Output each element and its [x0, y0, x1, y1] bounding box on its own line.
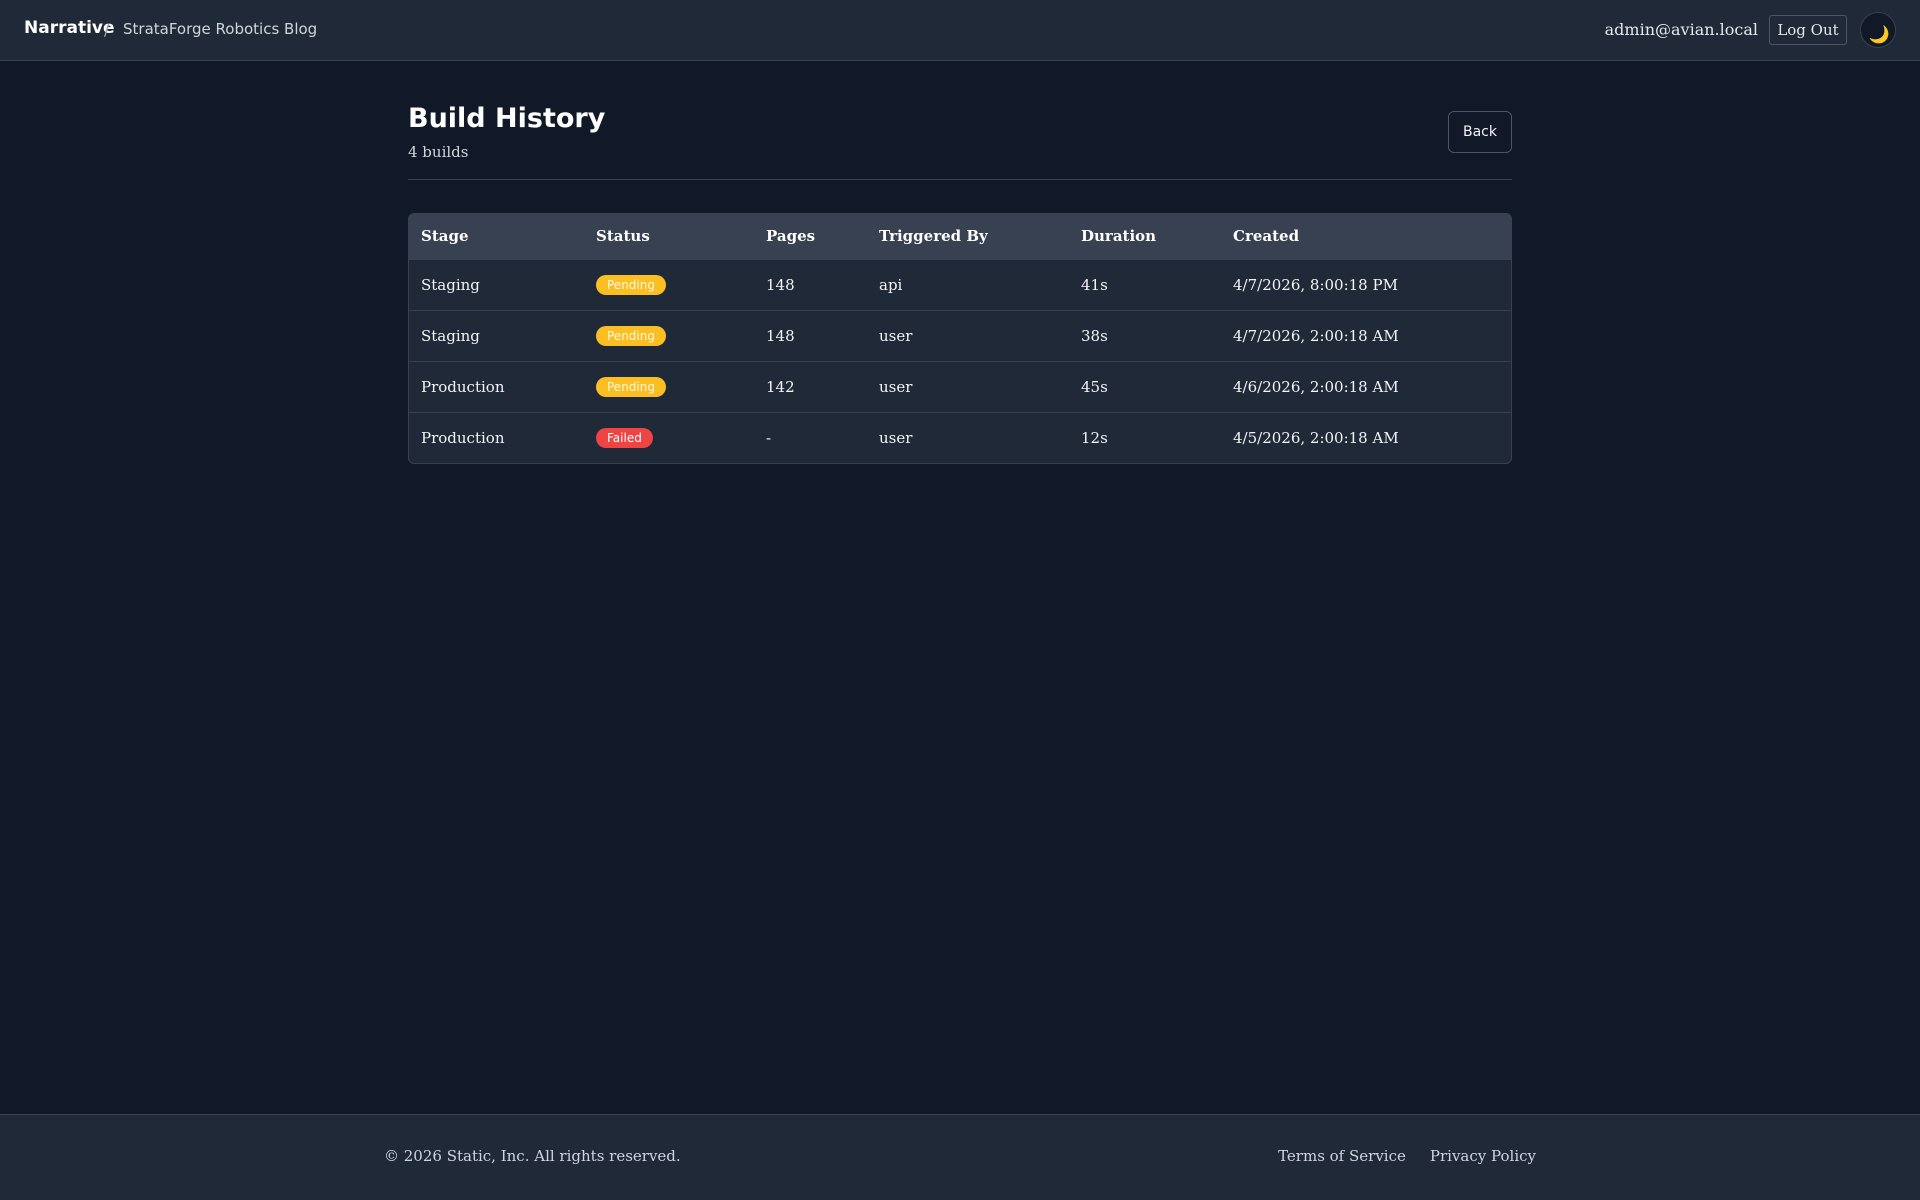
status-badge: Pending: [596, 325, 666, 346]
cell-stage: Staging: [421, 326, 480, 345]
status-badge: Pending: [596, 376, 666, 397]
header-divider: [408, 179, 1512, 180]
cell-triggered-by: api: [879, 275, 903, 294]
table-header-row: Stage Status Pages Triggered By Duration…: [409, 214, 1511, 259]
cell-triggered-by: user: [879, 428, 913, 447]
cell-created: 4/5/2026, 2:00:18 AM: [1233, 428, 1399, 447]
build-history-table: Stage Status Pages Triggered By Duration…: [408, 213, 1512, 464]
privacy-policy-link[interactable]: Privacy Policy: [1430, 1147, 1536, 1165]
moon-icon: 🌙: [1868, 25, 1890, 45]
terms-of-service-link[interactable]: Terms of Service: [1278, 1147, 1406, 1165]
top-bar: Narrative / StrataForge Robotics Blog ad…: [0, 0, 1920, 61]
brand-logo[interactable]: Narrative: [24, 18, 115, 38]
cell-stage: Production: [421, 377, 505, 396]
cell-stage: Production: [421, 428, 505, 447]
footer-links: Terms of Service Privacy Policy: [1278, 1147, 1536, 1165]
logout-button[interactable]: Log Out: [1769, 15, 1847, 45]
cell-duration: 41s: [1081, 275, 1108, 294]
column-header-status: Status: [596, 227, 650, 246]
table-row[interactable]: Staging Pending 148 api 41s 4/7/2026, 8:…: [409, 259, 1511, 310]
cell-created: 4/7/2026, 2:00:18 AM: [1233, 326, 1399, 345]
column-header-duration: Duration: [1081, 227, 1157, 246]
cell-duration: 38s: [1081, 326, 1108, 345]
page-footer: © 2026 Static, Inc. All rights reserved.…: [0, 1114, 1920, 1200]
cell-pages: -: [766, 428, 772, 447]
cell-status: Pending: [584, 259, 754, 310]
cell-pages: 148: [766, 275, 795, 294]
column-header-triggered-by: Triggered By: [879, 227, 988, 246]
cell-triggered-by: user: [879, 377, 913, 396]
cell-pages: 148: [766, 326, 795, 345]
cell-status: Pending: [584, 310, 754, 361]
cell-pages: 142: [766, 377, 795, 396]
cell-duration: 12s: [1081, 428, 1108, 447]
copyright-text: © 2026 Static, Inc. All rights reserved.: [384, 1147, 681, 1165]
page-title: Build History: [408, 103, 606, 134]
table-row[interactable]: Production Failed - user 12s 4/5/2026, 2…: [409, 412, 1511, 463]
column-header-pages: Pages: [766, 227, 816, 246]
build-count: 4 builds: [408, 143, 469, 161]
status-badge: Pending: [596, 274, 666, 295]
cell-created: 4/6/2026, 2:00:18 AM: [1233, 377, 1399, 396]
theme-toggle-button[interactable]: 🌙: [1860, 12, 1896, 48]
cell-created: 4/7/2026, 8:00:18 PM: [1233, 275, 1398, 294]
cell-stage: Staging: [421, 275, 480, 294]
column-header-created: Created: [1233, 227, 1300, 246]
column-header-stage: Stage: [421, 227, 469, 246]
breadcrumb-site-name[interactable]: StrataForge Robotics Blog: [123, 20, 317, 38]
cell-status: Failed: [584, 412, 754, 463]
breadcrumb-separator: /: [104, 20, 110, 39]
cell-triggered-by: user: [879, 326, 913, 345]
back-button[interactable]: Back: [1448, 111, 1512, 153]
cell-duration: 45s: [1081, 377, 1108, 396]
user-email: admin@avian.local: [1604, 20, 1758, 39]
cell-status: Pending: [584, 361, 754, 412]
table-row[interactable]: Staging Pending 148 user 38s 4/7/2026, 2…: [409, 310, 1511, 361]
table-row[interactable]: Production Pending 142 user 45s 4/6/2026…: [409, 361, 1511, 412]
status-badge: Failed: [596, 427, 653, 448]
